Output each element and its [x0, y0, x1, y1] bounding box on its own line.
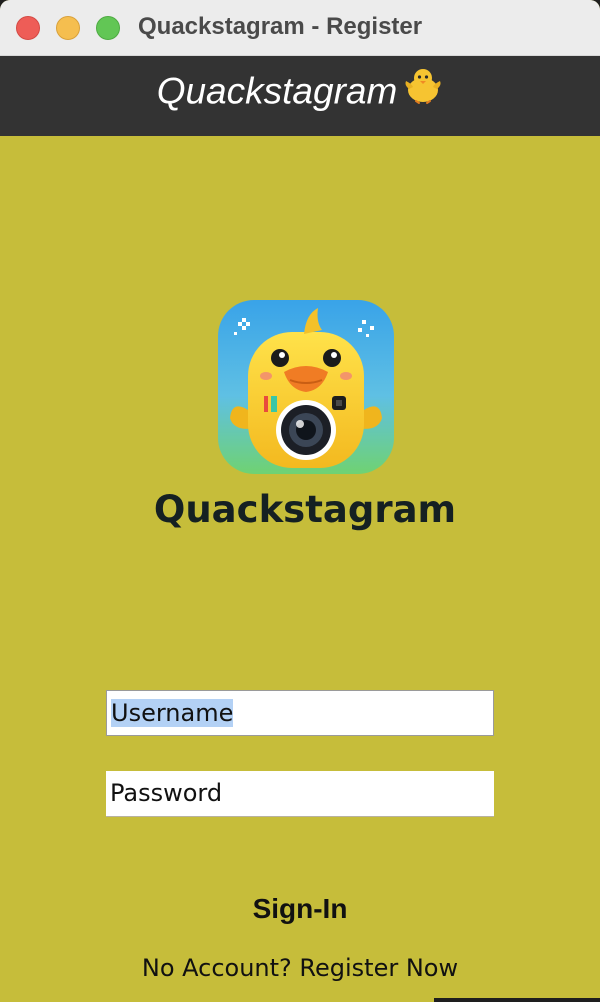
chick-emoji-icon: [403, 67, 443, 114]
app-header-title-row: Quackstagram: [0, 67, 600, 117]
username-text: Username: [111, 699, 234, 727]
window-bottom-edge: [434, 998, 600, 1002]
brand-name: Quackstagram: [153, 488, 457, 531]
register-now-link[interactable]: No Account? Register Now: [0, 954, 600, 982]
sign-in-button[interactable]: Sign-In: [0, 893, 600, 925]
maximize-window-button[interactable]: [96, 16, 120, 40]
title-bar[interactable]: Quackstagram - Register: [0, 0, 600, 56]
app-window: Quackstagram - Register Quackstagram Qua…: [0, 0, 600, 1002]
app-header: Quackstagram: [0, 56, 600, 136]
password-field[interactable]: Password: [106, 771, 494, 817]
password-text: Password: [110, 779, 223, 807]
username-field[interactable]: Username: [106, 690, 494, 736]
window-title: Quackstagram - Register: [138, 13, 423, 40]
minimize-window-button[interactable]: [56, 16, 80, 40]
close-window-button[interactable]: [16, 16, 40, 40]
app-header-title: Quackstagram: [156, 70, 398, 112]
duck-camera-logo-icon: [218, 300, 394, 474]
